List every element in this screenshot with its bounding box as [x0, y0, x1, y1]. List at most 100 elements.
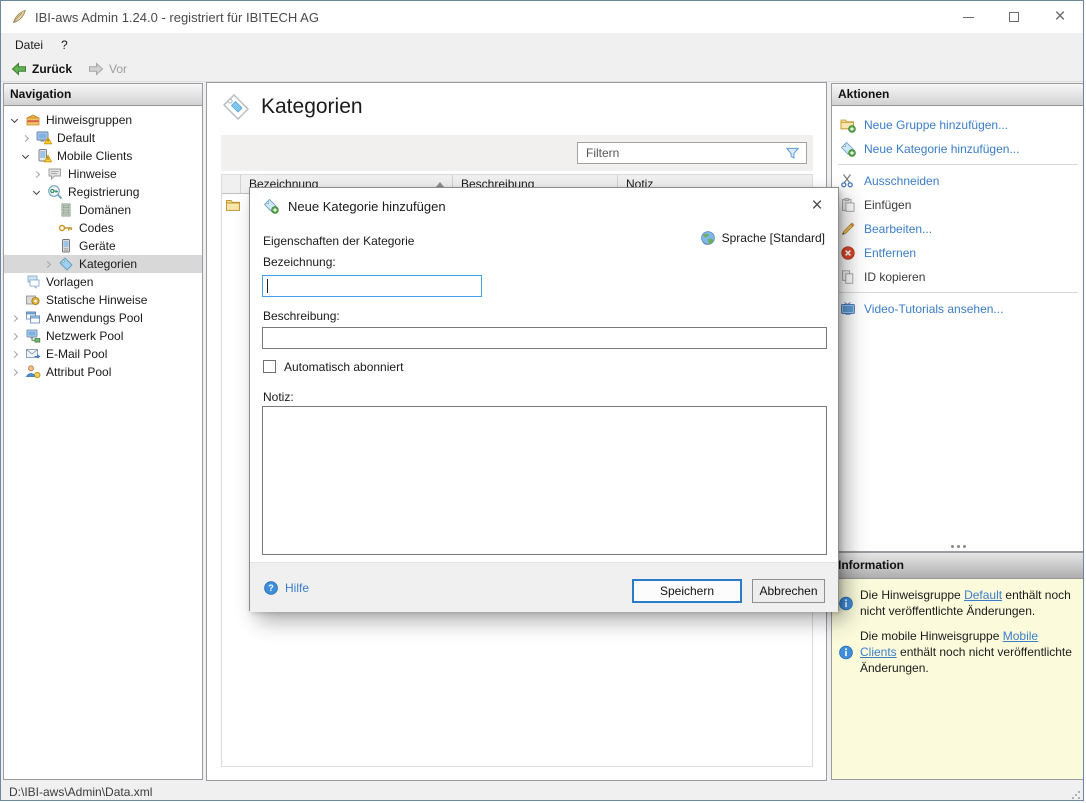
action-video-tutorials[interactable]: Video-Tutorials ansehen... — [832, 298, 1084, 320]
menu-datei[interactable]: Datei — [1, 33, 52, 56]
action-paste[interactable]: Einfügen — [832, 194, 1084, 216]
status-path: D:\IBI-aws\Admin\Data.xml — [9, 785, 152, 799]
action-new-category[interactable]: Neue Kategorie hinzufügen... — [832, 138, 1084, 160]
new-category-tag-plus-icon — [840, 141, 856, 157]
language-selector[interactable]: Sprache [Standard] — [700, 230, 825, 246]
action-new-group[interactable]: Neue Gruppe hinzufügen... — [832, 114, 1084, 136]
forward-button[interactable]: Vor — [80, 56, 135, 81]
actions-separator — [838, 164, 1078, 165]
expander-collapsed-icon[interactable] — [8, 352, 21, 357]
info-icon — [838, 629, 854, 676]
info-link-default[interactable]: Default — [964, 588, 1002, 602]
tree-item-mobile-clients[interactable]: Mobile Clients — [4, 147, 202, 165]
tree-item-codes[interactable]: Codes — [4, 219, 202, 237]
registration-icon — [47, 184, 63, 200]
tree-item-kategorien[interactable]: Kategorien — [4, 255, 202, 273]
panel-splitter-dots[interactable] — [832, 545, 1084, 548]
scissors-icon — [840, 173, 856, 189]
globe-icon — [700, 230, 716, 246]
tree-item-hinweisgruppen[interactable]: Hinweisgruppen — [4, 111, 202, 129]
tree-item-anwendungs-pool[interactable]: Anwendungs Pool — [4, 309, 202, 327]
tree-item-netzwerk-pool[interactable]: Netzwerk Pool — [4, 327, 202, 345]
tree-item-registrierung[interactable]: Registrierung — [4, 183, 202, 201]
close-button[interactable]: × — [1037, 1, 1083, 33]
actions-header: Aktionen — [832, 84, 1084, 106]
abbrechen-button[interactable]: Abbrechen — [752, 579, 825, 603]
copy-icon — [840, 269, 856, 285]
title-bar: IBI-aws Admin 1.24.0 - registriert für I… — [1, 1, 1083, 33]
actions-panel: Aktionen Neue Gruppe hinzufügen... Neue … — [831, 83, 1084, 552]
tree-item-statische-hinweise[interactable]: Statische Hinweise — [4, 291, 202, 309]
action-cut[interactable]: Ausschneiden — [832, 170, 1084, 192]
speichern-button[interactable]: Speichern — [632, 579, 742, 603]
expander-collapsed-icon[interactable] — [30, 172, 43, 177]
dialog-footer: ? Hilfe Speichern Abbrechen — [250, 562, 838, 612]
beschreibung-label: Beschreibung: — [263, 309, 340, 323]
devices-icon — [58, 238, 74, 254]
action-remove[interactable]: Entfernen — [832, 242, 1084, 264]
minimize-button[interactable] — [945, 1, 991, 33]
dialog-title-bar: Neue Kategorie hinzufügen × — [250, 188, 838, 224]
action-edit[interactable]: Bearbeiten... — [832, 218, 1084, 240]
dialog-title: Neue Kategorie hinzufügen — [288, 199, 446, 214]
checkbox-label: Automatisch abonniert — [284, 360, 403, 374]
tree-item-hinweise[interactable]: Hinweise — [4, 165, 202, 183]
action-copy-id[interactable]: ID kopieren — [832, 266, 1084, 288]
resize-grip[interactable] — [1071, 790, 1081, 800]
expander-expanded-icon[interactable] — [19, 155, 32, 158]
information-header: Information — [832, 553, 1084, 579]
expander-expanded-icon[interactable] — [30, 191, 43, 194]
pencil-icon — [840, 221, 856, 237]
tree-item-email-pool[interactable]: E-Mail Pool — [4, 345, 202, 363]
automatisch-abonniert-checkbox[interactable] — [263, 360, 276, 373]
back-button[interactable]: Zurück — [3, 56, 80, 81]
table-toolbar — [221, 135, 813, 171]
expander-collapsed-icon[interactable] — [19, 136, 32, 141]
group-default-icon — [36, 130, 52, 146]
filter-input[interactable] — [578, 144, 785, 162]
static-notices-icon — [25, 292, 41, 308]
menu-help[interactable]: ? — [52, 33, 77, 56]
tree-item-geraete[interactable]: Geräte — [4, 237, 202, 255]
tree-item-domaenen[interactable]: Domänen — [4, 201, 202, 219]
expander-collapsed-icon[interactable] — [8, 334, 21, 339]
text-caret — [267, 279, 268, 293]
beschreibung-input[interactable] — [262, 327, 827, 349]
expander-expanded-icon[interactable] — [8, 119, 21, 122]
svg-text:?: ? — [268, 583, 274, 593]
toolbar: Zurück Vor — [1, 56, 1083, 82]
info-icon — [838, 588, 854, 619]
help-icon: ? — [263, 580, 279, 596]
section-label: Eigenschaften der Kategorie — [263, 234, 414, 248]
page-title: Kategorien — [261, 95, 363, 119]
information-panel: Information Die Hinweisgruppe Default en… — [831, 552, 1084, 780]
navigation-header: Navigation — [4, 84, 202, 106]
templates-icon — [25, 274, 41, 290]
bezeichnung-input[interactable] — [262, 275, 482, 297]
back-arrow-icon — [11, 61, 27, 77]
close-icon: × — [1054, 12, 1065, 22]
new-group-folder-plus-icon — [840, 117, 856, 133]
app-quill-icon — [11, 9, 27, 25]
notiz-textarea[interactable] — [262, 406, 827, 555]
expander-collapsed-icon[interactable] — [8, 370, 21, 375]
column-header-icon[interactable] — [222, 175, 241, 193]
dialog-close-button[interactable]: × — [796, 188, 838, 224]
info-text: Die mobile Hinweisgruppe Mobile Clients … — [860, 628, 1076, 676]
tree-item-vorlagen[interactable]: Vorlagen — [4, 273, 202, 291]
filter-funnel-icon[interactable] — [785, 146, 800, 161]
help-link[interactable]: ? Hilfe — [263, 580, 309, 596]
tree-item-default[interactable]: Default — [4, 129, 202, 147]
folder-icon — [225, 197, 241, 213]
expander-collapsed-icon[interactable] — [41, 262, 54, 267]
forward-arrow-icon — [88, 61, 104, 77]
maximize-button[interactable] — [991, 1, 1037, 33]
notice-groups-icon — [25, 112, 41, 128]
tree-item-attribut-pool[interactable]: Attribut Pool — [4, 363, 202, 381]
expander-collapsed-icon[interactable] — [8, 316, 21, 321]
menu-bar: Datei ? — [1, 33, 1083, 56]
maximize-icon — [1009, 12, 1019, 22]
sort-ascending-icon — [436, 182, 444, 187]
attribute-pool-icon — [25, 364, 41, 380]
filter-box — [577, 142, 807, 164]
